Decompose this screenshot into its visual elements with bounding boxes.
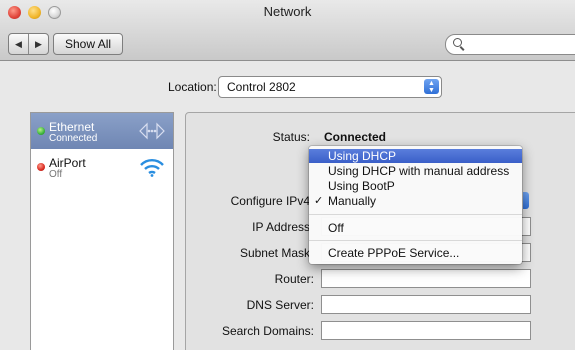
forward-arrow-icon: ▶ — [35, 38, 42, 49]
status-indicator-red-icon — [37, 163, 45, 171]
network-preferences-window: Network ◀ ▶ Show All Location: Control 2… — [0, 0, 575, 350]
back-arrow-icon: ◀ — [15, 38, 22, 49]
service-status: Connected — [49, 133, 98, 144]
menu-item-using-bootp[interactable]: Using BootP — [309, 179, 522, 193]
router-field[interactable] — [321, 269, 531, 288]
menu-item-label: Create PPPoE Service... — [328, 246, 460, 260]
service-item-ethernet[interactable]: Ethernet Connected — [31, 113, 173, 149]
menu-separator — [309, 240, 522, 241]
wifi-icon — [140, 159, 164, 177]
back-button[interactable]: ◀ — [9, 34, 28, 54]
configure-ipv4-popup-edge[interactable] — [523, 192, 529, 209]
menu-separator — [309, 214, 522, 215]
search-field[interactable] — [445, 34, 575, 55]
search-domains-field[interactable] — [321, 321, 531, 340]
service-status: Off — [49, 169, 63, 180]
ip-address-label: IP Address — [252, 220, 310, 234]
dns-server-label: DNS Server: — [246, 298, 314, 312]
menu-item-label: Using DHCP with manual address — [328, 164, 510, 178]
menu-item-dhcp-manual-address[interactable]: Using DHCP with manual address — [309, 164, 522, 178]
location-select[interactable]: Control 2802 ▲ ▼ — [218, 76, 442, 98]
select-arrows-icon: ▲ ▼ — [424, 79, 439, 94]
status-value: Connected — [324, 130, 387, 144]
service-list: Ethernet Connected AirPort Off — [30, 112, 174, 350]
configure-ipv4-menu: Using DHCP Using DHCP with manual addres… — [309, 146, 522, 264]
status-indicator-green-icon — [37, 127, 45, 135]
menu-item-off[interactable]: Off — [309, 221, 522, 235]
show-all-button[interactable]: Show All — [53, 33, 124, 55]
router-label: Router: — [274, 272, 314, 286]
service-name: Ethernet — [49, 120, 95, 134]
service-name: AirPort — [49, 156, 86, 170]
location-value: Control 2802 — [227, 80, 296, 94]
forward-button[interactable]: ▶ — [28, 34, 48, 54]
menu-item-create-pppoe[interactable]: Create PPPoE Service... — [309, 246, 522, 260]
menu-item-using-dhcp[interactable]: Using DHCP — [309, 149, 522, 163]
location-label: Location: — [168, 80, 217, 94]
ethernet-icon — [139, 122, 165, 140]
back-forward-control: ◀ ▶ — [8, 33, 49, 55]
menu-item-label: Manually — [328, 194, 377, 208]
menu-item-label: Off — [328, 221, 344, 235]
menu-item-manually[interactable]: ✓ Manually — [309, 194, 522, 208]
title-bar: Network ◀ ▶ Show All — [0, 0, 575, 61]
service-item-airport[interactable]: AirPort Off — [31, 149, 173, 185]
menu-item-label: Using BootP — [328, 179, 395, 193]
dns-server-field[interactable] — [321, 295, 531, 314]
menu-item-label: Using DHCP — [328, 149, 397, 163]
window-title: Network — [263, 4, 312, 19]
status-label: Status: — [272, 130, 310, 144]
search-domains-label: Search Domains: — [221, 324, 314, 338]
configure-ipv4-label: Configure IPv4 — [230, 194, 310, 208]
checkmark-icon: ✓ — [314, 195, 324, 207]
search-icon — [453, 38, 462, 47]
subnet-mask-label: Subnet Mask — [239, 246, 310, 260]
